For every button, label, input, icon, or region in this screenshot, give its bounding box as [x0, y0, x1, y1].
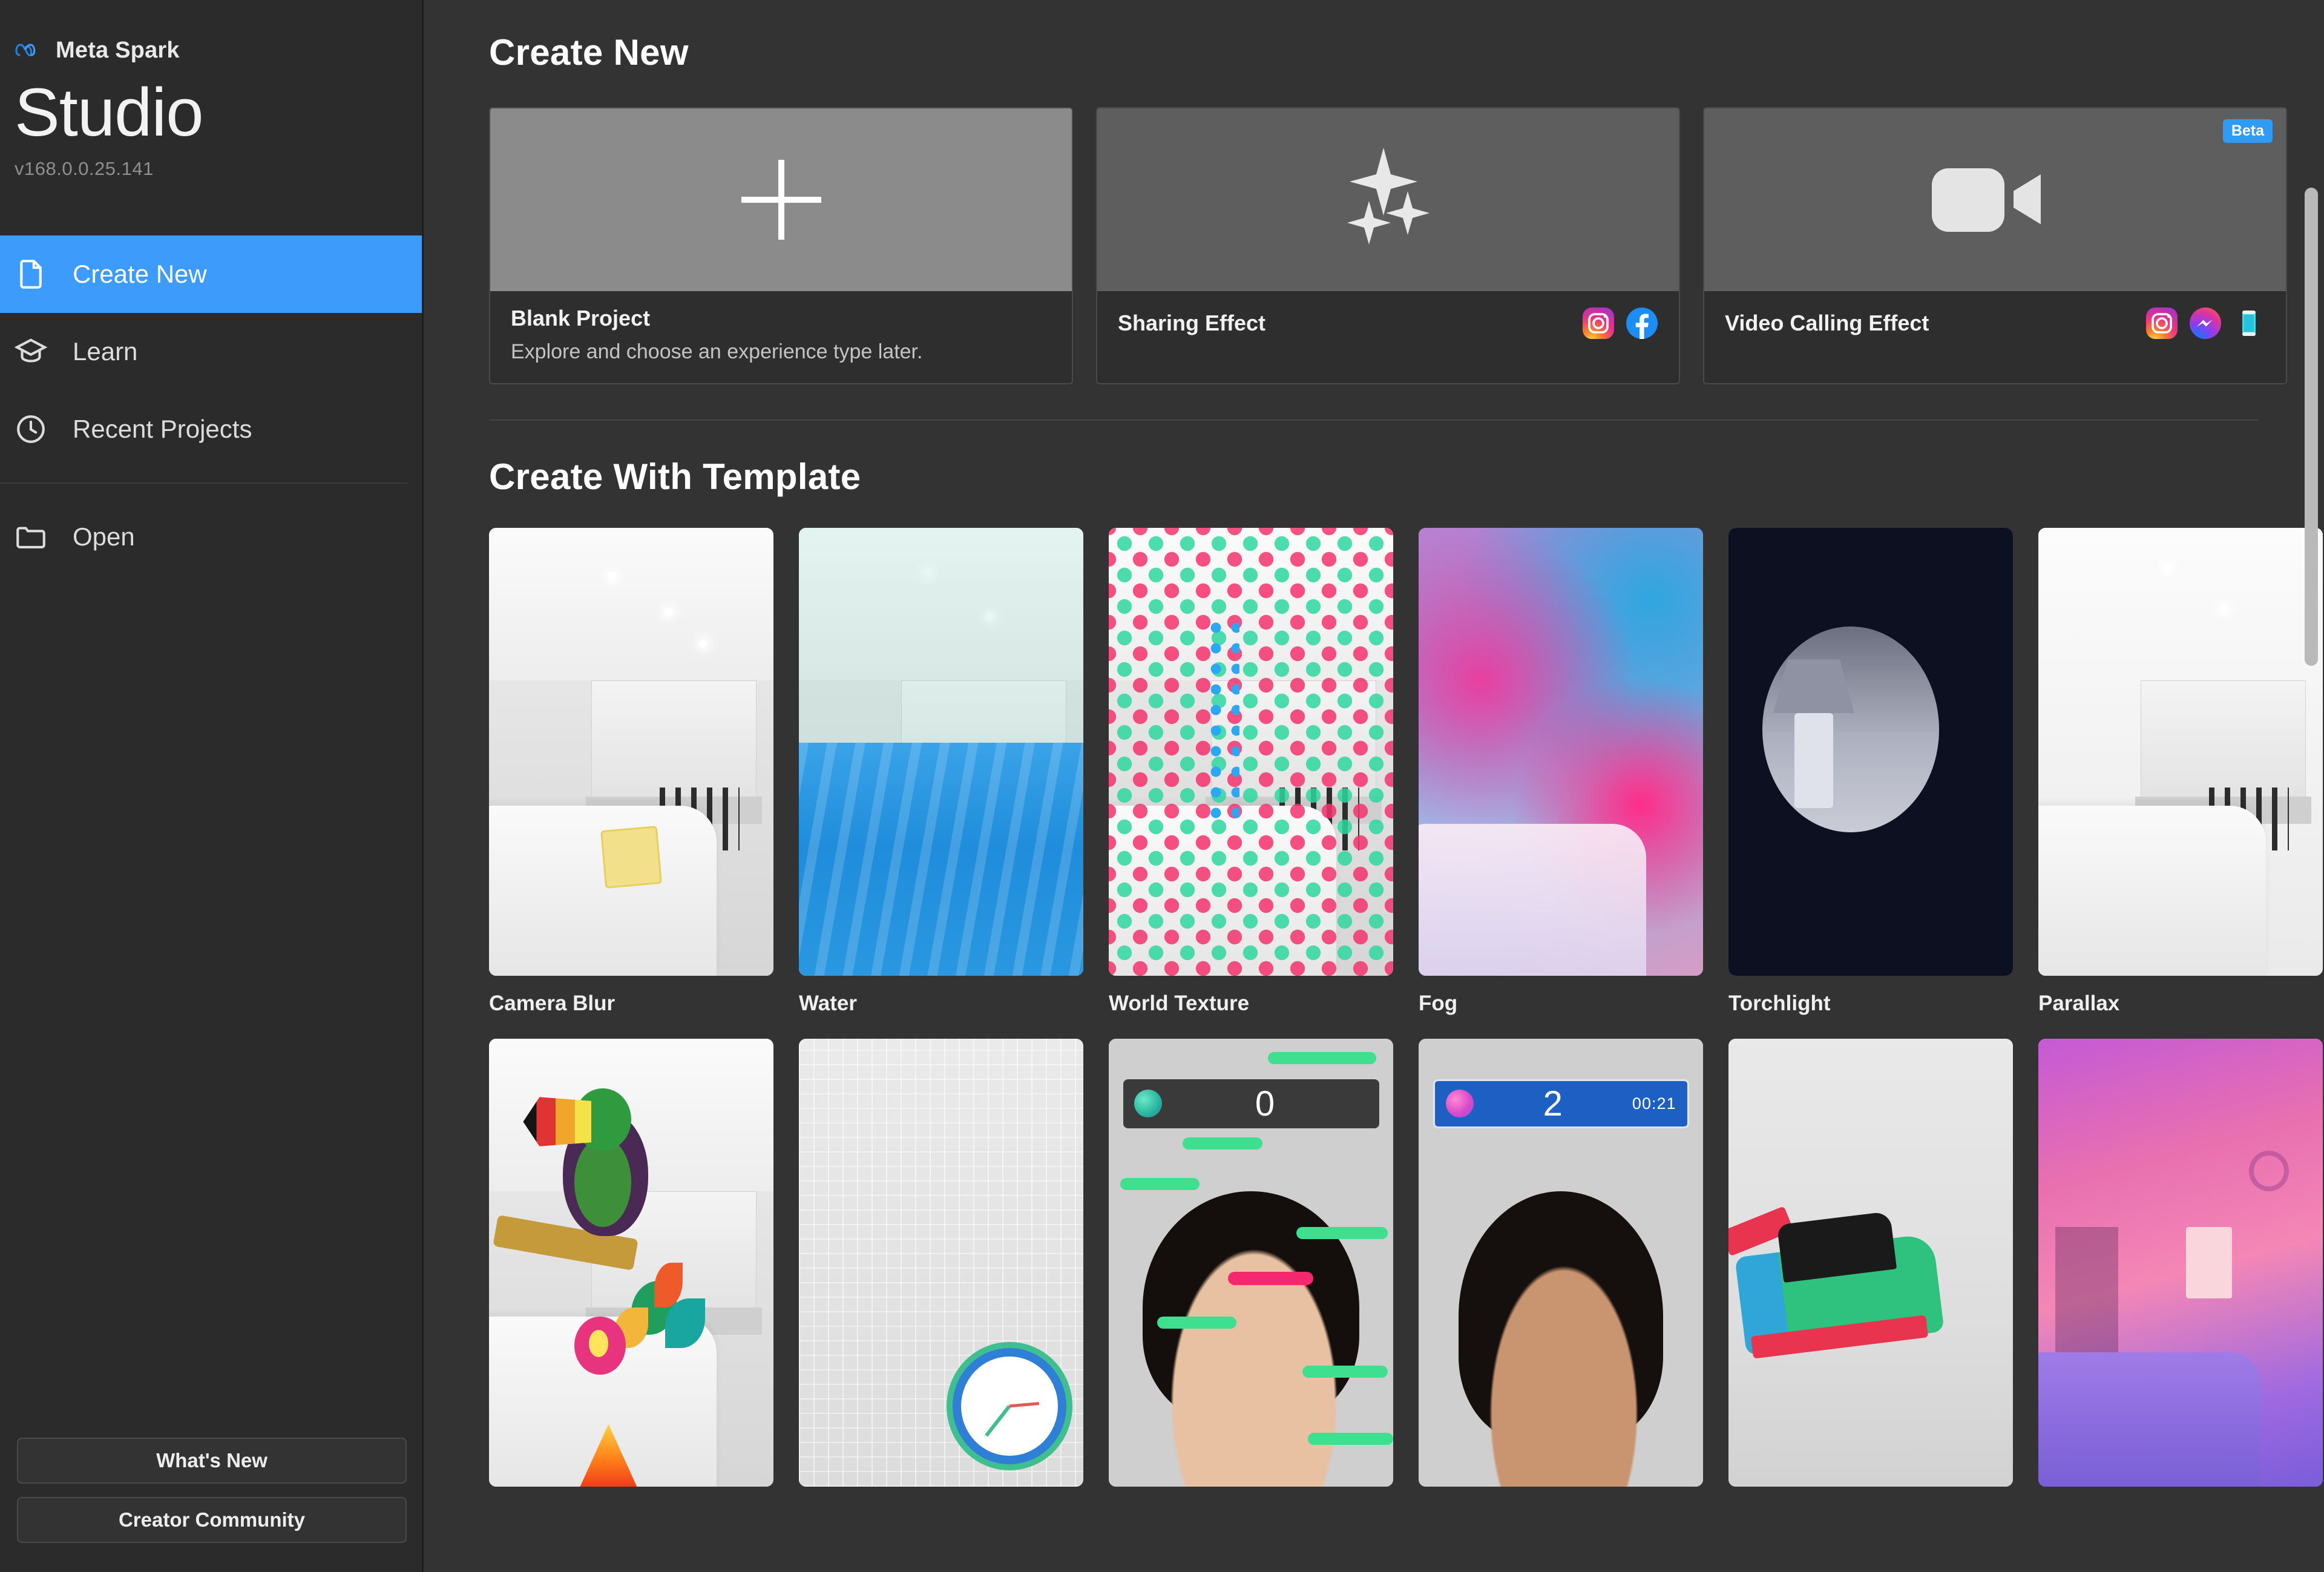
blank-project-card[interactable]: Blank Project Explore and choose an expe…	[489, 107, 1073, 384]
sidebar-item-learn[interactable]: Learn	[0, 313, 422, 390]
template-card-parallax[interactable]: Parallax	[2038, 528, 2323, 1016]
main-content: Create New Blank Project Explore and cho…	[424, 0, 2324, 1572]
template-grid: Camera Blur Water	[489, 528, 2324, 1502]
template-card-game-score-two[interactable]: 2 00:21	[1419, 1039, 1703, 1502]
template-label: World Texture	[1109, 992, 1393, 1016]
app-window: Meta Spark Studio v168.0.0.25.141 Create…	[0, 0, 2324, 1572]
template-thumbnail	[799, 528, 1083, 976]
whats-new-button[interactable]: What's New	[17, 1438, 407, 1484]
version-label: v168.0.0.25.141	[15, 158, 422, 180]
template-card-fog[interactable]: Fog	[1419, 528, 1703, 1016]
sidebar-item-label: Create New	[73, 260, 207, 289]
template-label: Camera Blur	[489, 992, 773, 1016]
graduation-cap-icon	[13, 334, 48, 369]
blank-project-title: Blank Project	[511, 306, 1051, 331]
hud-avatar-icon	[1446, 1090, 1474, 1117]
template-card-water[interactable]: Water	[799, 528, 1083, 1016]
sidebar-item-label: Recent Projects	[73, 415, 252, 444]
template-card-grid-room[interactable]	[799, 1039, 1083, 1502]
template-thumbnail	[799, 1039, 1083, 1487]
template-card-toucan[interactable]	[489, 1039, 773, 1502]
template-label: Parallax	[2038, 992, 2323, 1016]
brand-row: Meta Spark	[15, 38, 422, 64]
template-thumbnail: 2 00:21	[1419, 1039, 1703, 1487]
template-label: Water	[799, 992, 1083, 1016]
template-thumbnail	[489, 1039, 773, 1487]
template-thumbnail	[2038, 1039, 2323, 1487]
sparkles-icon	[1328, 138, 1449, 262]
template-card-torchlight[interactable]: Torchlight	[1728, 528, 2013, 1016]
game-hud: 2 00:21	[1433, 1079, 1689, 1128]
meta-infinity-logo-icon	[15, 42, 47, 60]
sidebar-nav: Create New Learn Recen	[0, 235, 422, 576]
template-label: Fog	[1419, 992, 1703, 1016]
template-thumbnail	[1728, 528, 2013, 976]
sidebar-item-label: Open	[73, 522, 135, 551]
template-thumbnail	[1109, 528, 1393, 976]
create-new-heading: Create New	[489, 31, 2288, 73]
vertical-scrollbar[interactable]	[2305, 188, 2318, 666]
video-calling-effect-footer: Video Calling Effect	[1704, 291, 2286, 355]
game-hud: 0	[1123, 1079, 1379, 1128]
sidebar-item-recent-projects[interactable]: Recent Projects	[0, 390, 422, 468]
template-thumbnail: 0	[1109, 1039, 1393, 1487]
video-calling-effect-title: Video Calling Effect	[1725, 311, 1929, 336]
video-calling-effect-platforms	[2145, 307, 2265, 340]
hud-timer: 00:21	[1632, 1094, 1676, 1113]
template-card-camera-blur[interactable]: Camera Blur	[489, 528, 773, 1016]
hud-avatar-icon	[1134, 1090, 1162, 1117]
clock-icon	[13, 412, 48, 447]
video-calling-effect-art: Beta	[1704, 108, 2286, 291]
instagram-icon	[2145, 307, 2178, 340]
blank-project-description: Explore and choose an experience type la…	[511, 338, 1051, 365]
sidebar-item-create-new[interactable]: Create New	[0, 235, 422, 313]
sharing-effect-art	[1097, 108, 1679, 291]
template-thumbnail	[1728, 1039, 2013, 1487]
template-card-game-score-zero[interactable]: 0	[1109, 1039, 1393, 1502]
sidebar-divider	[0, 482, 407, 484]
plus-icon	[741, 160, 821, 240]
folder-icon	[13, 519, 48, 554]
sidebar-item-label: Learn	[73, 337, 137, 366]
template-card-world-texture[interactable]: World Texture	[1109, 528, 1393, 1016]
sidebar: Meta Spark Studio v168.0.0.25.141 Create…	[0, 0, 424, 1572]
sharing-effect-footer: Sharing Effect	[1097, 291, 1679, 355]
create-with-template-heading: Create With Template	[489, 456, 2324, 498]
product-title: Studio	[15, 77, 422, 148]
brand-block: Meta Spark Studio v168.0.0.25.141	[0, 0, 422, 180]
sharing-effect-card[interactable]: Sharing Effect	[1096, 107, 1680, 384]
document-icon	[13, 257, 48, 292]
creator-community-button[interactable]: Creator Community	[17, 1497, 407, 1543]
hud-score: 2	[1474, 1084, 1632, 1124]
brand-name: Meta Spark	[56, 38, 180, 64]
template-thumbnail	[1419, 528, 1703, 976]
hud-score: 0	[1162, 1084, 1368, 1124]
instagram-icon	[1582, 307, 1615, 340]
video-camera-icon	[1926, 153, 2065, 247]
blank-project-art	[490, 108, 1072, 291]
create-new-card-row: Blank Project Explore and choose an expe…	[489, 107, 2288, 384]
sharing-effect-platforms	[1582, 307, 1658, 340]
create-new-section: Create New Blank Project Explore and cho…	[424, 0, 2324, 384]
templates-section: Create With Template	[424, 421, 2324, 498]
sharing-effect-title: Sharing Effect	[1118, 311, 1265, 336]
template-thumbnail	[489, 528, 773, 976]
template-card-pink-room[interactable]	[2038, 1039, 2323, 1502]
template-thumbnail	[2038, 528, 2323, 976]
facebook-icon	[1626, 307, 1658, 340]
template-card-car[interactable]	[1728, 1039, 2013, 1502]
blank-project-footer: Blank Project Explore and choose an expe…	[490, 291, 1072, 383]
portal-icon	[2233, 307, 2265, 340]
beta-badge: Beta	[2223, 119, 2273, 143]
sidebar-item-open[interactable]: Open	[0, 498, 422, 576]
sidebar-bottom-actions: What's New Creator Community	[0, 1438, 424, 1556]
video-calling-effect-card[interactable]: Beta Video Calling Effect	[1703, 107, 2287, 384]
messenger-icon	[2189, 307, 2222, 340]
template-label: Torchlight	[1728, 992, 2013, 1016]
